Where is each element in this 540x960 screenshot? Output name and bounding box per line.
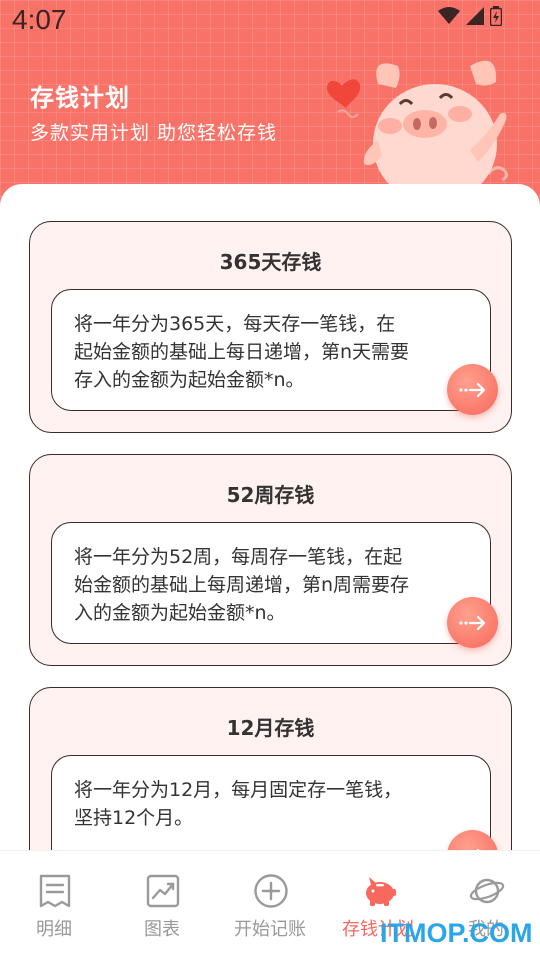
chart-icon — [146, 874, 180, 908]
plan-card-52[interactable]: 52周存钱 将一年分为52周，每周存一笔钱，在起 始金额的基础上每周递增，第n周… — [29, 454, 512, 666]
receipt-icon — [39, 874, 71, 908]
open-plan-button[interactable] — [447, 364, 498, 415]
nav-item-start-record[interactable]: 开始记账 — [216, 851, 324, 960]
plan-desc-line: 存入的金额为起始金额*n。 — [74, 369, 305, 391]
planet-icon — [469, 878, 505, 904]
plan-desc-line: 将一年分为52周，每周存一笔钱，在起 — [74, 546, 403, 568]
status-icons — [438, 6, 502, 26]
status-bar: 4:07 — [0, 0, 540, 46]
open-plan-button[interactable] — [447, 597, 498, 648]
plan-description: 将一年分为12月，每月固定存一笔钱， 坚持12个月。 — [51, 755, 491, 850]
page-title: 存钱计划 — [30, 84, 130, 112]
plan-list[interactable]: 365天存钱 将一年分为365天，每天存一笔钱，在 起始金额的基础上每日递增，第… — [0, 184, 540, 850]
pig-mascot-icon — [327, 60, 509, 194]
plan-desc-line: 起始金额的基础上每日递增，第n天需要 — [74, 341, 410, 363]
page-subtitle: 多款实用计划 助您轻松存钱 — [30, 122, 278, 144]
plan-card-12[interactable]: 12月存钱 将一年分为12月，每月固定存一笔钱， 坚持12个月。 — [29, 687, 512, 850]
nav-label: 图表 — [144, 919, 180, 940]
plan-desc-line: 坚持12个月。 — [74, 807, 194, 829]
plan-description: 将一年分为365天，每天存一笔钱，在 起始金额的基础上每日递增，第n天需要 存入… — [51, 289, 491, 411]
nav-item-charts[interactable]: 图表 — [108, 851, 216, 960]
plan-card-365[interactable]: 365天存钱 将一年分为365天，每天存一笔钱，在 起始金额的基础上每日递增，第… — [29, 221, 512, 433]
plan-desc-line: 将一年分为12月，每月固定存一笔钱， — [74, 779, 403, 801]
plan-description: 将一年分为52周，每周存一笔钱，在起 始金额的基础上每周递增，第n周需要存 入的… — [51, 522, 491, 644]
add-circle-icon — [254, 874, 288, 908]
plan-desc-line: 将一年分为365天，每天存一笔钱，在 — [74, 313, 396, 335]
arrow-right-icon — [458, 382, 485, 397]
nav-label: 开始记账 — [234, 919, 306, 940]
piggy-bank-icon — [366, 877, 396, 906]
wifi-icon — [438, 7, 460, 24]
plan-title: 365天存钱 — [219, 250, 322, 274]
arrow-right-icon — [458, 615, 485, 630]
watermark: ITMOP.COM — [380, 918, 533, 948]
signal-icon — [466, 7, 484, 25]
battery-icon — [490, 6, 502, 26]
status-time: 4:07 — [12, 4, 67, 35]
nav-label: 明细 — [36, 919, 72, 940]
plan-desc-line: 始金额的基础上每周递增，第n周需要存 — [74, 574, 410, 596]
plan-title: 12月存钱 — [226, 716, 315, 740]
plan-title: 52周存钱 — [226, 483, 315, 507]
nav-item-details[interactable]: 明细 — [0, 851, 108, 960]
plan-desc-line: 入的金额为起始金额*n。 — [74, 602, 286, 624]
